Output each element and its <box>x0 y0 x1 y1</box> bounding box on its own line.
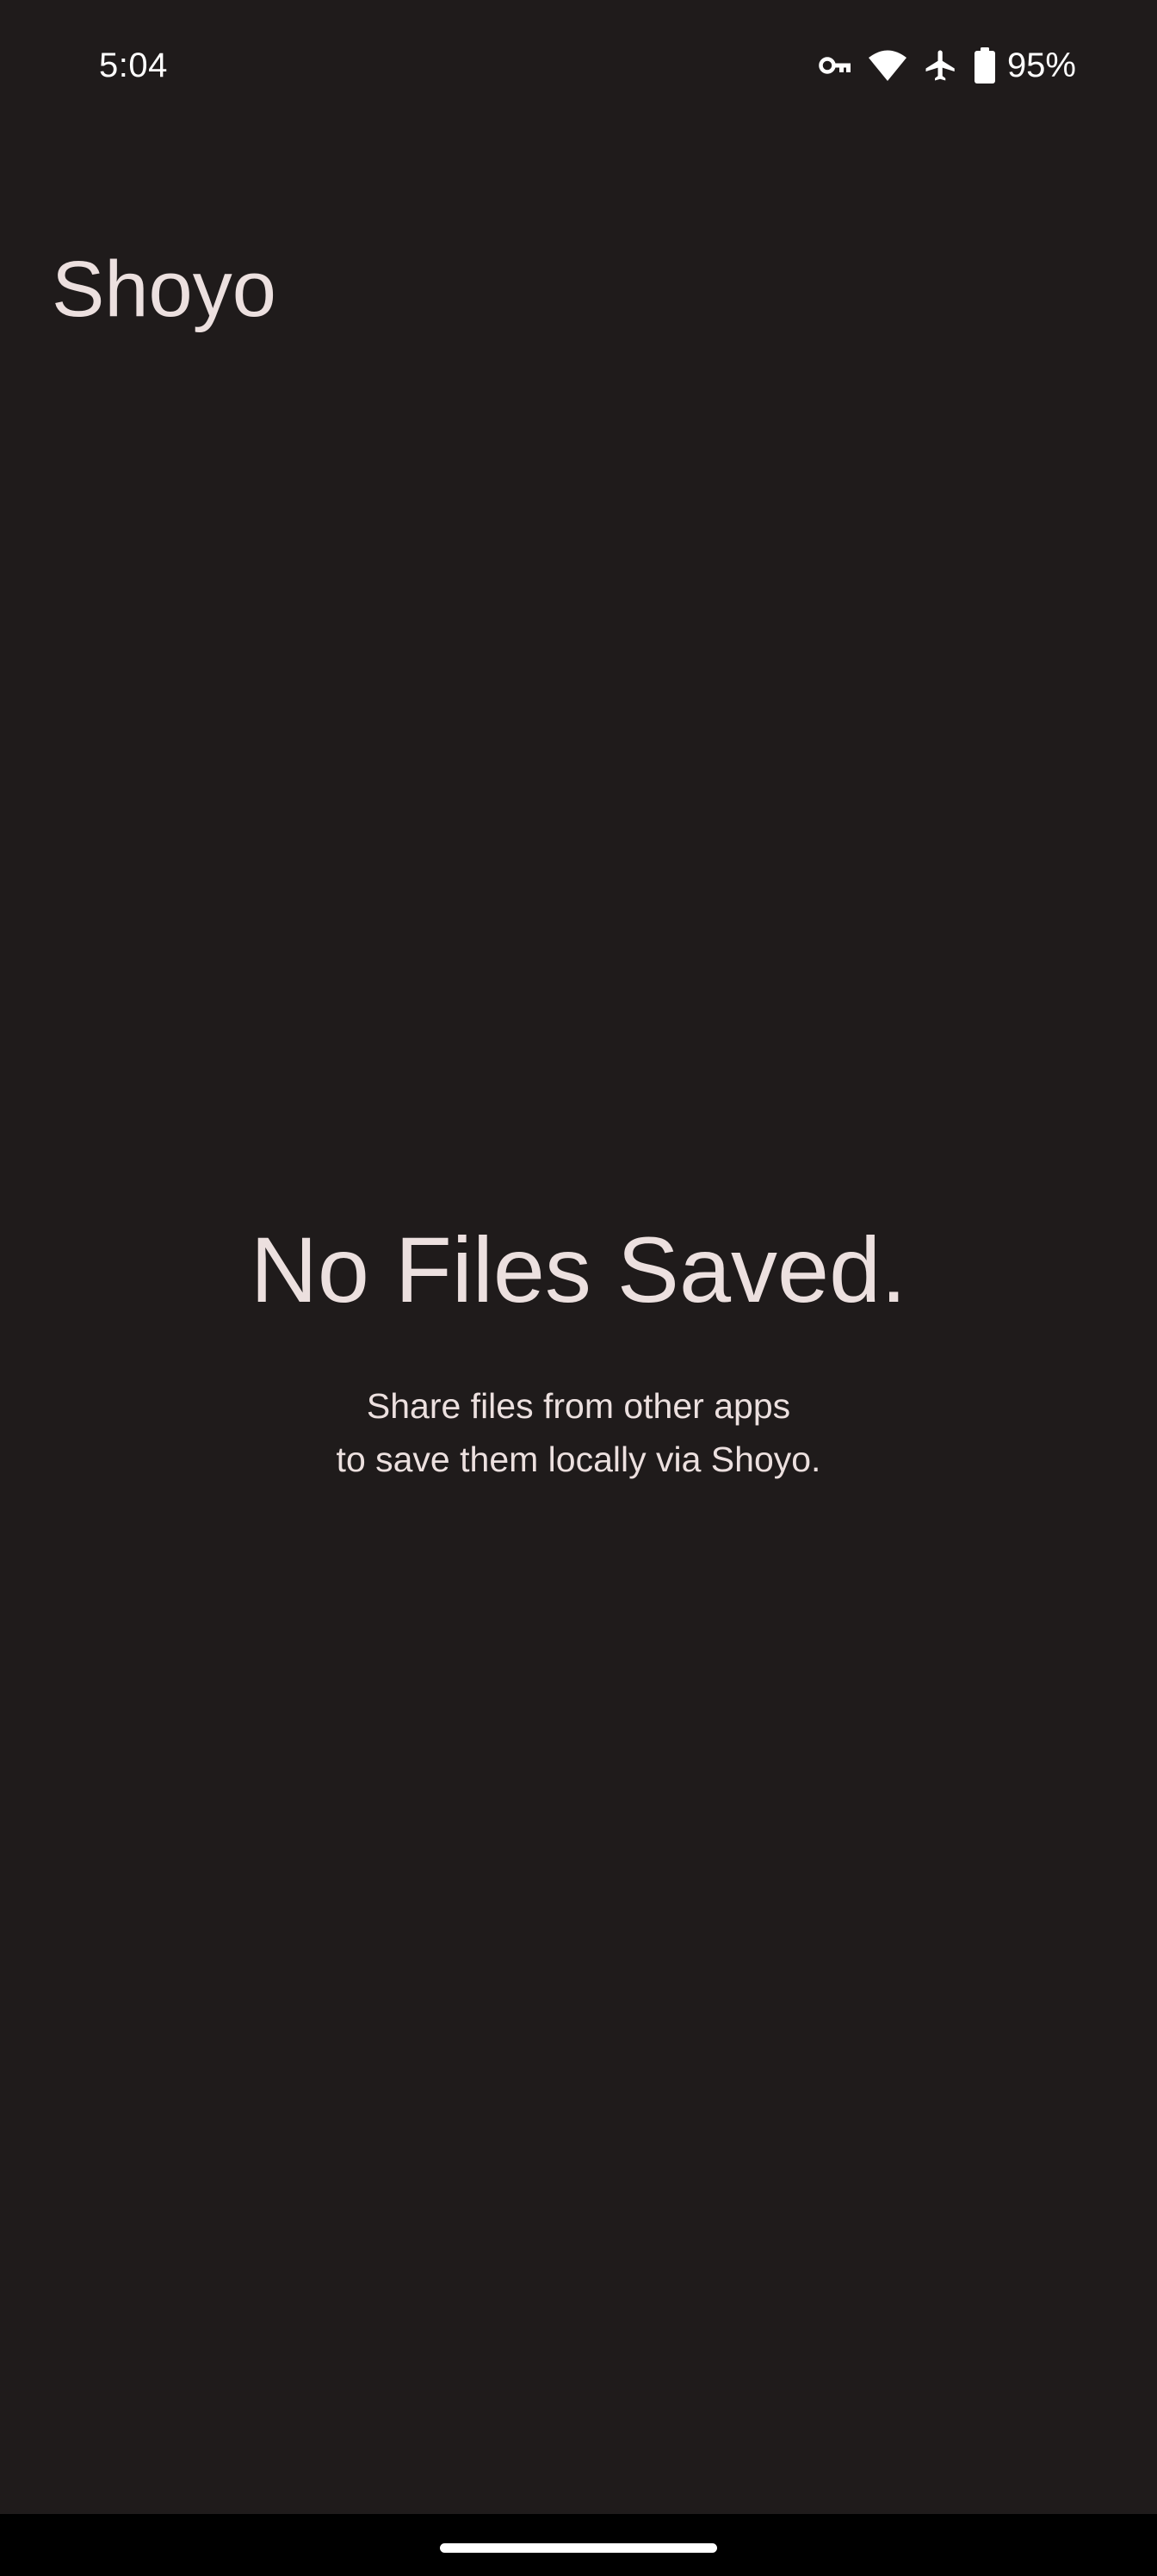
status-bar: 5:04 95% <box>0 0 1157 129</box>
airplane-mode-icon <box>923 47 959 84</box>
empty-state: No Files Saved. Share files from other a… <box>0 1214 1157 1486</box>
status-icons: 95% <box>818 41 1076 90</box>
empty-state-message: Share files from other apps to save them… <box>0 1379 1157 1486</box>
home-gesture-handle[interactable] <box>440 2543 717 2553</box>
navigation-bar <box>0 2514 1157 2576</box>
empty-state-message-line-2: to save them locally via Shoyo. <box>336 1440 821 1479</box>
wifi-icon <box>868 48 907 83</box>
status-time: 5:04 <box>99 46 168 84</box>
battery-icon <box>974 47 995 84</box>
vpn-key-icon <box>818 53 852 77</box>
app-title: Shoyo <box>52 245 276 333</box>
empty-state-heading: No Files Saved. <box>250 1217 907 1322</box>
battery-percentage: 95% <box>1006 46 1076 84</box>
empty-state-message-line-1: Share files from other apps <box>366 1386 791 1426</box>
